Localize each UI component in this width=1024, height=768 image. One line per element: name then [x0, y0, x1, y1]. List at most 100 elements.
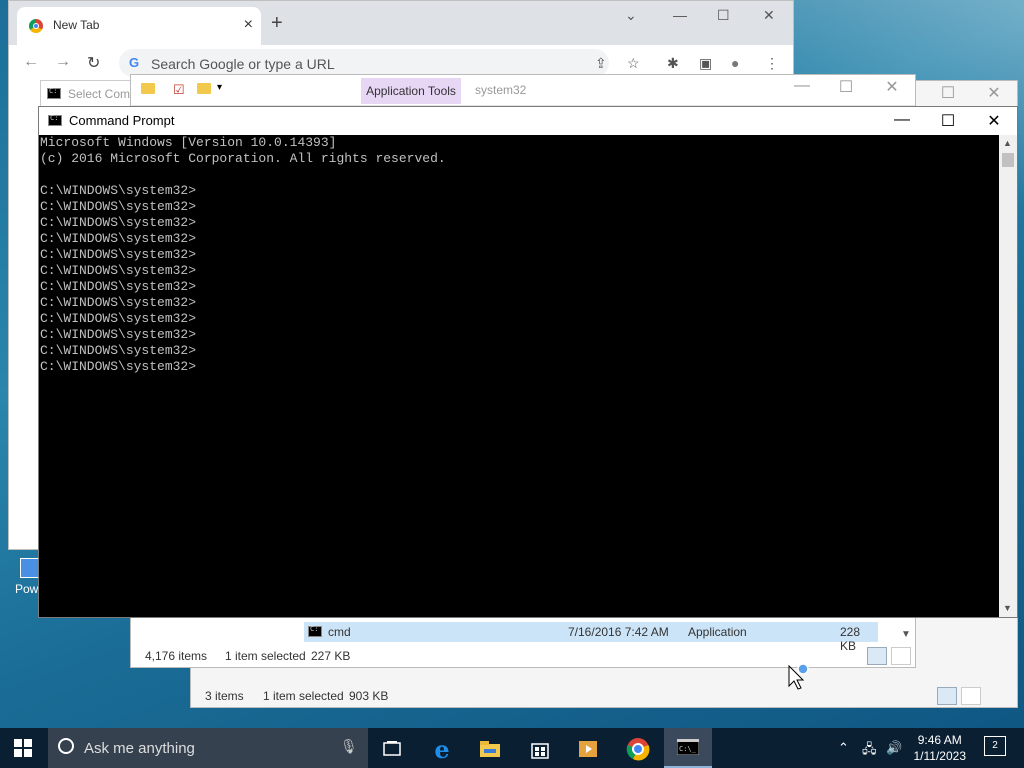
console-line: C:\WINDOWS\system32> [40, 295, 197, 310]
volume-icon[interactable]: 🔊 [886, 740, 902, 756]
action-center-icon[interactable]: 2 [984, 736, 1006, 756]
large-icons-view-button[interactable] [961, 687, 981, 705]
status-size: 903 KB [349, 689, 389, 703]
explorer-back-maximize-button[interactable]: ☐ [933, 83, 963, 103]
taskbar: Ask me anything 🎙 e C:\_ ⌃ 🖧 🔊 9:46 AM 1… [0, 728, 1024, 768]
properties-icon[interactable]: ☑ [173, 82, 185, 98]
tab-title: New Tab [53, 18, 100, 32]
cmd-window-title: Command Prompt [69, 113, 175, 128]
large-icons-view-button[interactable] [891, 647, 911, 665]
console-line: C:\WINDOWS\system32> [40, 311, 197, 326]
chevron-down-icon[interactable]: ⌄ [625, 7, 637, 24]
status-selected: 1 item selected [263, 689, 344, 703]
explorer-back-close-button[interactable]: ✕ [979, 83, 1009, 103]
scroll-up-icon[interactable]: ▲ [1003, 138, 1012, 148]
reload-icon[interactable]: ↻ [87, 53, 100, 73]
powershell-icon [20, 558, 40, 578]
omnibox[interactable]: G Search Google or type a URL [119, 49, 609, 77]
status-selected: 1 item selected [225, 649, 306, 663]
new-tab-button[interactable]: + [271, 13, 283, 33]
chrome-favicon-icon [29, 19, 43, 33]
chrome-close-button[interactable]: ✕ [763, 7, 775, 24]
cortana-icon [58, 738, 74, 754]
forward-icon[interactable]: → [55, 53, 71, 71]
console-line: C:\WINDOWS\system32> [40, 343, 197, 358]
quick-access-dropdown-icon[interactable]: ▾ [217, 82, 222, 93]
console-line: C:\WINDOWS\system32> [40, 279, 197, 294]
task-view-icon[interactable] [372, 734, 412, 764]
bookmark-star-icon[interactable]: ☆ [627, 55, 640, 72]
details-view-button[interactable] [937, 687, 957, 705]
cmd-window-icon [47, 87, 61, 99]
cmd-maximize-button[interactable]: ☐ [933, 111, 963, 131]
extensions-icon[interactable]: ✱ [667, 55, 679, 72]
store-icon[interactable] [520, 734, 560, 764]
scrollbar-thumb[interactable] [1002, 153, 1014, 167]
taskbar-clock[interactable]: 9:46 AM 1/11/2023 [914, 732, 967, 764]
microphone-icon[interactable]: 🎙 [340, 738, 358, 755]
chrome-tab-new-tab[interactable]: New Tab × [17, 7, 261, 45]
search-placeholder: Ask me anything [84, 740, 195, 757]
command-prompt-window[interactable]: Command Prompt — ☐ ✕ Microsoft Windows [… [38, 106, 1018, 618]
console-line: C:\WINDOWS\system32> [40, 231, 197, 246]
console-line: C:\WINDOWS\system32> [40, 327, 197, 342]
chrome-maximize-button[interactable]: ☐ [717, 7, 730, 24]
tab-close-icon[interactable]: × [244, 16, 253, 34]
application-tools-tab[interactable]: Application Tools [361, 78, 461, 104]
scroll-down-icon[interactable]: ▼ [901, 629, 911, 640]
file-name: cmd [328, 625, 351, 639]
console-line: C:\WINDOWS\system32> [40, 247, 197, 262]
side-panel-icon[interactable]: ▣ [699, 55, 712, 72]
console-line: C:\WINDOWS\system32> [40, 199, 197, 214]
folder-icon [141, 83, 155, 94]
cmd-console-output[interactable]: Microsoft Windows [Version 10.0.14393] (c… [39, 135, 999, 617]
file-date: 7/16/2016 7:42 AM [568, 625, 669, 639]
status-size: 227 KB [311, 649, 351, 663]
command-prompt-taskbar-icon[interactable]: C:\_ [664, 728, 712, 768]
cmd-title-bar[interactable]: Command Prompt — ☐ ✕ [39, 107, 1017, 135]
explorer-title: system32 [475, 83, 527, 97]
new-folder-icon[interactable] [197, 83, 211, 94]
console-line: (c) 2016 Microsoft Corporation. All righ… [40, 151, 446, 166]
status-item-count: 4,176 items [145, 649, 208, 663]
cmd-close-button[interactable]: ✕ [979, 111, 1009, 131]
share-icon[interactable]: ⇪ [595, 55, 607, 72]
taskbar-search-box[interactable]: Ask me anything 🎙 [48, 728, 368, 768]
google-icon: G [129, 55, 140, 70]
clock-date: 1/11/2023 [913, 749, 967, 763]
network-icon[interactable]: 🖧 [862, 740, 877, 762]
svg-text:C:\_: C:\_ [679, 745, 697, 753]
chrome-menu-icon[interactable]: ⋮ [765, 55, 779, 72]
file-type: Application [688, 625, 747, 639]
console-line: Microsoft Windows [Version 10.0.14393] [40, 135, 337, 150]
cmd-minimize-button[interactable]: — [887, 111, 917, 129]
explorer-minimize-button[interactable]: — [787, 77, 817, 95]
profile-icon[interactable]: ● [731, 55, 739, 71]
mouse-cursor-busy-icon [788, 663, 809, 690]
show-hidden-icons-chevron-up-icon[interactable]: ⌃ [838, 740, 849, 756]
chrome-minimize-button[interactable]: — [673, 7, 687, 23]
file-explorer-icon[interactable] [470, 734, 510, 764]
explorer-maximize-button[interactable]: ☐ [831, 77, 861, 97]
file-row-cmd[interactable]: cmd 7/16/2016 7:42 AM Application 228 KB [304, 622, 878, 653]
media-player-icon[interactable] [568, 734, 608, 764]
back-icon[interactable]: ← [23, 53, 39, 71]
chrome-tab-strip: New Tab × + ⌄ — ☐ ✕ [9, 1, 793, 45]
cmd-scrollbar[interactable]: ▲ ▼ [999, 135, 1017, 617]
start-button[interactable] [14, 739, 32, 757]
chrome-taskbar-icon[interactable] [618, 734, 658, 764]
select-command-title: Select Com [68, 87, 131, 101]
cmd-file-icon [308, 625, 322, 637]
select-command-window[interactable]: Select Com [40, 80, 142, 108]
explorer-close-button[interactable]: ✕ [877, 77, 907, 97]
clock-time: 9:46 AM [917, 733, 962, 747]
console-line: C:\WINDOWS\system32> [40, 263, 197, 278]
console-line: C:\WINDOWS\system32> [40, 359, 197, 374]
notification-count: 2 [992, 740, 998, 751]
cmd-window-icon [48, 114, 62, 126]
edge-icon[interactable]: e [422, 734, 462, 764]
console-line: C:\WINDOWS\system32> [40, 183, 197, 198]
console-line: C:\WINDOWS\system32> [40, 215, 197, 230]
scroll-down-icon[interactable]: ▼ [1003, 603, 1012, 613]
